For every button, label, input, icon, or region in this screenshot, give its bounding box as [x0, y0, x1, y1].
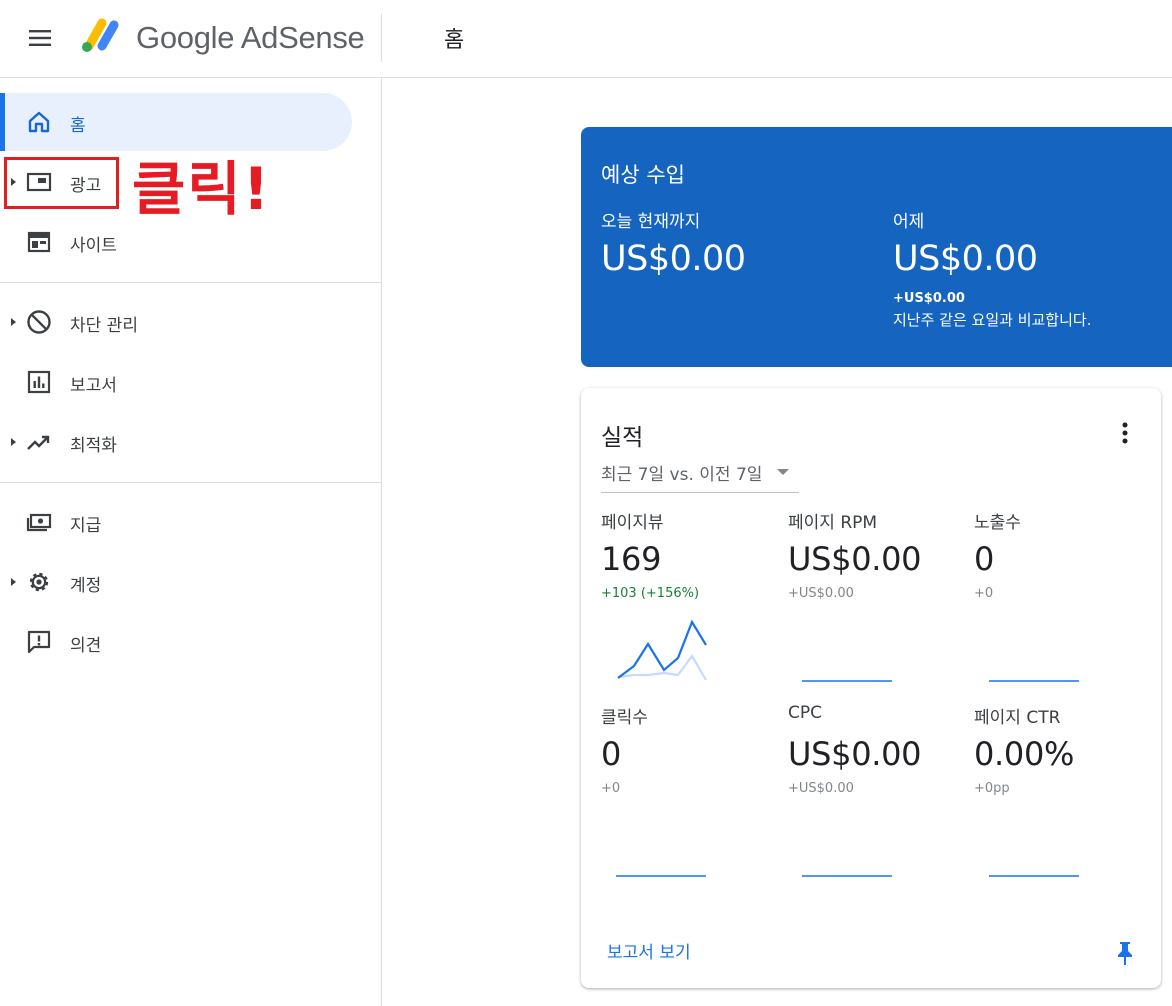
metric-value: 0.00% — [974, 735, 1075, 773]
yesterday-label: 어제 — [893, 212, 925, 232]
view-report-link[interactable]: 보고서 보기 — [607, 938, 691, 963]
more-options-icon[interactable] — [1113, 420, 1137, 446]
metric-delta: +0 — [974, 586, 994, 601]
header-divider — [381, 14, 382, 62]
sparkline-chart — [802, 680, 892, 682]
yesterday-delta: +US$0.00 — [893, 291, 965, 306]
report-icon — [26, 369, 52, 395]
sidebar-item-label: 사이트 — [70, 236, 117, 256]
sidebar-item-label: 최적화 — [70, 436, 117, 456]
sidebar-divider — [0, 282, 382, 283]
period-dropdown-value: 최근 7일 vs. 이전 7일 — [601, 465, 763, 485]
annotation-click-text: 클릭! — [132, 155, 272, 223]
metric-value: 0 — [974, 540, 995, 578]
metric-delta: +103 (+156%) — [601, 586, 700, 601]
metric-label: 페이지뷰 — [601, 513, 664, 533]
expand-caret-icon[interactable] — [11, 438, 16, 446]
estimated-earnings-card: 예상 수입 오늘 현재까지 US$0.00 어제 US$0.00 +US$0.0… — [581, 127, 1172, 367]
today-label: 오늘 현재까지 — [601, 212, 701, 232]
sidebar-item-label: 계정 — [70, 576, 102, 596]
sidebar-item-optimization[interactable]: 최적화 — [0, 413, 352, 471]
metric-delta: +US$0.00 — [788, 586, 854, 601]
trending-up-icon — [26, 429, 52, 455]
sparkline-current — [617, 619, 707, 679]
metric-label: CPC — [788, 703, 822, 723]
top-app-bar: Google AdSense 홈 — [0, 0, 1172, 78]
metric-value: 169 — [601, 540, 662, 578]
sidebar-item-label: 차단 관리 — [70, 316, 138, 336]
feedback-icon — [26, 629, 52, 655]
sparkline-chart — [989, 680, 1079, 682]
adsense-logo-icon — [80, 16, 122, 54]
page-title: 홈 — [444, 28, 465, 53]
metric-value: 0 — [601, 735, 622, 773]
today-value: US$0.00 — [601, 239, 746, 279]
payments-icon — [26, 509, 52, 535]
home-icon — [26, 109, 52, 135]
sidebar-item-blocking-controls[interactable]: 차단 관리 — [0, 293, 352, 351]
sidebar-item-label: 의견 — [70, 636, 102, 656]
card-title: 실적 — [601, 425, 644, 451]
card-title: 예상 수입 — [601, 163, 685, 187]
metric-label: 클릭수 — [601, 708, 648, 728]
performance-card: 실적 최근 7일 vs. 이전 7일 페이지뷰 169 +103 (+156%)… — [581, 388, 1161, 988]
period-dropdown[interactable]: 최근 7일 vs. 이전 7일 — [601, 456, 799, 493]
metric-value: US$0.00 — [788, 540, 922, 578]
sidebar-item-payments[interactable]: 지급 — [0, 493, 352, 551]
sparkline-chart — [989, 875, 1079, 877]
expand-caret-icon[interactable] — [11, 578, 16, 586]
sidebar-item-label: 홈 — [70, 116, 86, 136]
sidebar-divider — [0, 482, 382, 483]
sparkline-chart — [616, 875, 706, 877]
metric-delta: +US$0.00 — [788, 781, 854, 796]
metric-label: 페이지 RPM — [788, 513, 878, 533]
sidebar-item-label: 지급 — [70, 516, 102, 536]
comparison-note: 지난주 같은 요일과 비교합니다. — [893, 311, 1092, 329]
metric-delta: +0 — [601, 781, 621, 796]
sparkline-chart — [617, 619, 707, 681]
sparkline-chart — [802, 875, 892, 877]
dropdown-arrow-icon — [777, 469, 789, 475]
sidebar-item-feedback[interactable]: 의견 — [0, 613, 352, 671]
metric-label: 페이지 CTR — [974, 708, 1061, 728]
settings-gear-icon — [26, 569, 52, 595]
expand-caret-icon[interactable] — [11, 318, 16, 326]
menu-icon[interactable] — [26, 24, 54, 52]
sidebar-item-label: 보고서 — [70, 376, 117, 396]
yesterday-value: US$0.00 — [893, 239, 1038, 279]
block-icon — [26, 309, 52, 335]
sites-icon — [26, 229, 52, 255]
sidebar-item-reports[interactable]: 보고서 — [0, 353, 352, 411]
sidebar-item-account[interactable]: 계정 — [0, 553, 352, 611]
metric-value: US$0.00 — [788, 735, 922, 773]
metric-label: 노출수 — [974, 513, 1021, 533]
annotation-highlight-box — [4, 157, 119, 209]
pin-icon[interactable] — [1115, 940, 1135, 966]
product-logo-text[interactable]: Google AdSense — [136, 20, 365, 56]
metric-delta: +0pp — [974, 781, 1010, 796]
